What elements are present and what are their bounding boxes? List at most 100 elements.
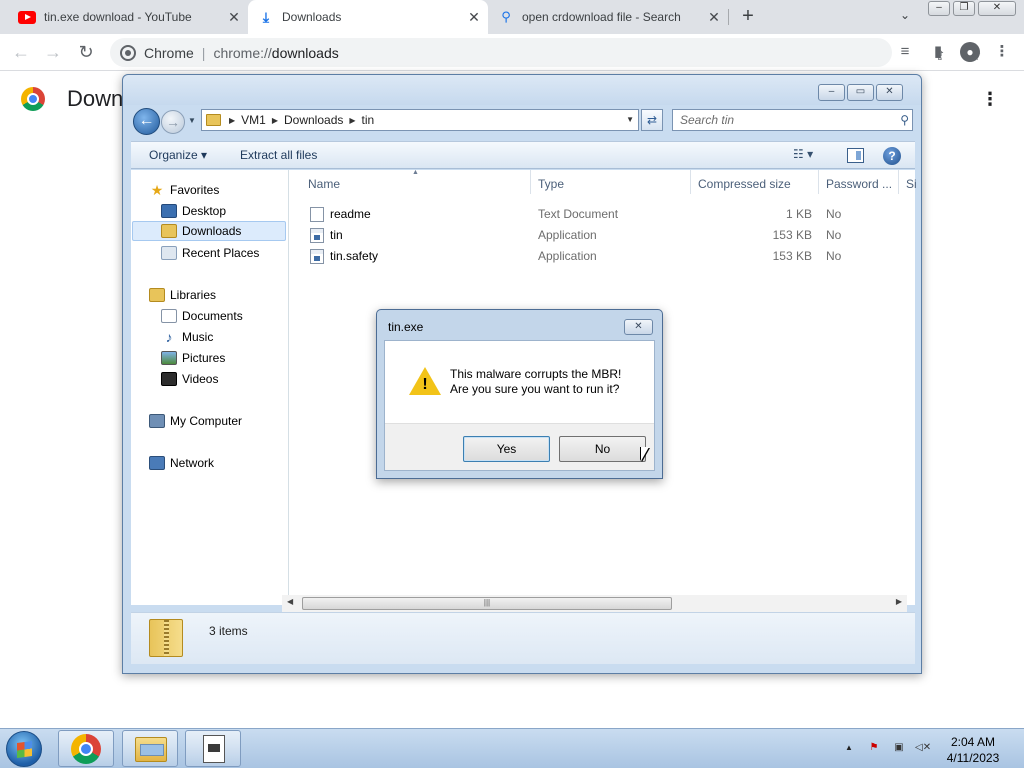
- column-divider[interactable]: [818, 170, 819, 194]
- explorer-address-bar[interactable]: ▶ VM1 ▶ Downloads ▶ tin ▼: [201, 109, 639, 131]
- refresh-icon[interactable]: ⇄: [641, 109, 663, 131]
- nav-desktop[interactable]: Desktop: [161, 201, 226, 221]
- address-dropdown-icon[interactable]: ▼: [626, 115, 634, 124]
- explorer-search-input[interactable]: Search tin ⚲: [672, 109, 913, 131]
- restore-button[interactable]: ❐: [953, 1, 975, 16]
- network-icon: [149, 456, 165, 470]
- column-divider[interactable]: [690, 170, 691, 194]
- help-icon[interactable]: ?: [883, 147, 901, 165]
- address-bar[interactable]: Chrome | chrome://downloads ⇪ ☆: [110, 38, 981, 67]
- close-window-button[interactable]: ✕: [978, 1, 1016, 16]
- forward-arrow-icon[interactable]: →: [41, 40, 65, 64]
- zip-folder-icon: [206, 114, 221, 126]
- tab-title: open crdownload file - Search: [522, 10, 681, 24]
- navigation-pane: ★ Favorites Desktop Downloads Recent Pla…: [131, 170, 289, 605]
- breadcrumb-arrow-icon[interactable]: ▶: [349, 116, 355, 125]
- scroll-left-icon[interactable]: ◀: [287, 597, 293, 606]
- nav-recent-places[interactable]: Recent Places: [161, 243, 259, 263]
- column-divider[interactable]: [530, 170, 531, 194]
- tab-search[interactable]: ⚲ open crdownload file - Search ✕: [488, 0, 728, 34]
- tab-downloads[interactable]: ⤓ Downloads ✕: [248, 0, 488, 34]
- menu-kebab-icon[interactable]: ⋮: [992, 42, 1012, 62]
- explorer-title-bar[interactable]: [123, 75, 921, 105]
- breadcrumb-arrow-icon[interactable]: ▶: [229, 116, 235, 125]
- browser-toolbar: ← → ↻ Chrome | chrome://downloads ⇪ ☆ ≡ …: [0, 34, 1024, 71]
- close-tab-icon[interactable]: ✕: [466, 9, 482, 25]
- clock[interactable]: 2:04 AM 4/11/2023: [940, 734, 1006, 766]
- close-tab-icon[interactable]: ✕: [706, 9, 722, 25]
- horizontal-scrollbar[interactable]: ◀ ||| ▶: [282, 595, 907, 612]
- more-actions-icon[interactable]: ⋮: [980, 88, 1000, 112]
- dialog-close-button[interactable]: ✕: [624, 319, 653, 335]
- search-icon: ⚲: [501, 9, 511, 24]
- file-row-tin[interactable]: tin Application 153 KB No: [290, 224, 915, 244]
- nav-my-computer[interactable]: My Computer: [149, 411, 242, 431]
- preview-pane-icon[interactable]: [847, 148, 864, 163]
- minimize-button[interactable]: –: [928, 1, 950, 16]
- side-panel-icon[interactable]: ▮: [928, 42, 948, 62]
- nav-pictures[interactable]: Pictures: [161, 348, 225, 368]
- show-hidden-icons-icon[interactable]: ▲: [845, 743, 853, 752]
- nav-downloads[interactable]: Downloads: [132, 221, 286, 241]
- network-tray-icon[interactable]: ▣: [891, 741, 907, 755]
- new-tab-button[interactable]: +: [737, 6, 759, 28]
- breadcrumb-tin[interactable]: tin: [362, 113, 375, 127]
- search-placeholder: Search tin: [680, 113, 735, 127]
- nav-music[interactable]: ♪ Music: [161, 327, 214, 347]
- clock-time: 2:04 AM: [950, 735, 996, 749]
- details-pane: 3 items: [131, 612, 915, 664]
- tab-youtube[interactable]: tin.exe download - YouTube ✕: [8, 0, 248, 34]
- file-row-readme[interactable]: readme Text Document 1 KB No: [290, 203, 915, 223]
- breadcrumb-vm1[interactable]: VM1: [241, 113, 266, 127]
- profile-avatar-icon[interactable]: ●: [960, 42, 980, 62]
- scroll-right-icon[interactable]: ▶: [896, 597, 902, 606]
- column-type[interactable]: Type: [538, 177, 564, 191]
- forward-arrow-icon[interactable]: →: [161, 110, 185, 134]
- breadcrumb-downloads[interactable]: Downloads: [284, 113, 343, 127]
- pictures-icon: [161, 351, 177, 365]
- taskbar-chrome[interactable]: [58, 730, 114, 767]
- minimize-button[interactable]: –: [818, 84, 845, 101]
- organize-button[interactable]: Organize ▾: [149, 148, 207, 162]
- nav-videos[interactable]: Videos: [161, 369, 218, 389]
- scrollbar-thumb[interactable]: |||: [302, 597, 672, 610]
- change-view-icon[interactable]: ☷ ▾: [793, 147, 813, 161]
- volume-muted-icon[interactable]: ◁✕: [915, 741, 931, 755]
- column-compressed-size[interactable]: Compressed size: [698, 177, 791, 191]
- taskbar: ▲ ⚑ ▣ ◁✕ 2:04 AM 4/11/2023: [0, 728, 1024, 768]
- dialog-message: This malware corrupts the MBR! Are you s…: [450, 367, 621, 397]
- back-arrow-icon[interactable]: ←: [133, 108, 160, 135]
- file-row-tin-safety[interactable]: tin.safety Application 153 KB No: [290, 245, 915, 265]
- reading-list-icon[interactable]: ≡: [895, 42, 915, 62]
- close-button[interactable]: ✕: [876, 84, 903, 101]
- back-arrow-icon[interactable]: ←: [9, 40, 33, 64]
- documents-icon: [161, 309, 177, 323]
- nav-documents[interactable]: Documents: [161, 306, 243, 326]
- action-center-flag-icon[interactable]: ⚑: [866, 741, 882, 755]
- taskbar-tin-exe[interactable]: [185, 730, 241, 767]
- breadcrumb-arrow-icon[interactable]: ▶: [272, 116, 278, 125]
- nav-favorites[interactable]: ★ Favorites: [149, 180, 220, 200]
- column-name[interactable]: Name: [308, 177, 340, 191]
- no-button[interactable]: No: [559, 436, 646, 462]
- desktop-icon: [161, 204, 177, 218]
- tab-separator: [728, 9, 729, 25]
- tab-search-chevron-icon[interactable]: ⌄: [896, 8, 914, 26]
- nav-network[interactable]: Network: [149, 453, 214, 473]
- column-password[interactable]: Password ...: [826, 177, 892, 191]
- warning-exclamation: !: [422, 376, 428, 393]
- yes-button[interactable]: Yes: [463, 436, 550, 462]
- column-divider[interactable]: [898, 170, 899, 194]
- close-tab-icon[interactable]: ✕: [226, 9, 242, 25]
- start-button[interactable]: [6, 731, 42, 767]
- omnibox-url-scheme: chrome://: [213, 44, 272, 61]
- recent-pages-chevron-icon[interactable]: ▼: [188, 116, 196, 125]
- reload-icon[interactable]: ↻: [74, 40, 98, 64]
- nav-libraries[interactable]: Libraries: [149, 285, 216, 305]
- column-size[interactable]: Si: [906, 177, 917, 191]
- magnifier-icon[interactable]: ⚲: [900, 113, 909, 127]
- extract-all-button[interactable]: Extract all files: [240, 148, 317, 162]
- taskbar-explorer[interactable]: [122, 730, 178, 767]
- page-title: Down: [67, 86, 124, 111]
- maximize-button[interactable]: ▭: [847, 84, 874, 101]
